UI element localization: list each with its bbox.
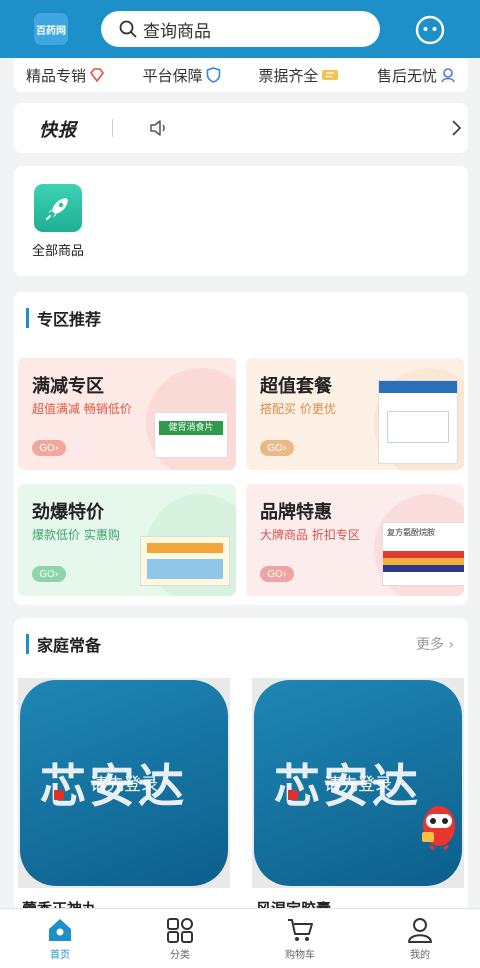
tab-label: 分类: [170, 950, 190, 961]
zone-subtitle: 搭配买 价更优: [260, 402, 336, 416]
product-image: 芯安达 请先登录: [252, 678, 464, 888]
tab-home[interactable]: 首页: [0, 909, 120, 968]
search-placeholder: 查询商品: [143, 21, 211, 42]
chat-icon[interactable]: [414, 14, 446, 46]
section-title: 专区推荐: [37, 310, 102, 329]
zone-subtitle: 超值满减 畅销低价: [32, 402, 132, 416]
chevron-right-icon[interactable]: [450, 119, 462, 137]
ticket-icon: [322, 70, 339, 80]
product-box-label: 健胃消食片: [159, 421, 223, 435]
promise-label: 精品专销: [26, 66, 87, 85]
category-icon: [167, 918, 193, 943]
go-button[interactable]: GO›: [260, 566, 294, 582]
zone-card-bundle[interactable]: 超值套餐 搭配买 价更优 GO›: [246, 358, 464, 470]
product-box-label: 复方氨酚烷胺: [387, 528, 435, 537]
zone-grid: 满减专区 超值满减 畅销低价 GO› 健胃消食片 超值套餐 搭配买 价更优 GO…: [14, 342, 468, 605]
zone-title: 品牌特惠: [260, 502, 332, 523]
product-grid: 芯安达 请先登录 藿香正神丸 芯安达 请先登录 风湿定胶囊: [14, 668, 468, 918]
news-title: 快报: [39, 120, 77, 141]
service-icon: [441, 68, 455, 83]
promise-item: 售后无忧: [377, 65, 456, 86]
tab-label: 购物车: [285, 950, 315, 961]
category-grid: 全部商品: [14, 166, 468, 276]
search-icon: [119, 20, 137, 38]
go-button[interactable]: GO›: [260, 440, 294, 456]
category-all-products[interactable]: 全部商品: [28, 184, 88, 259]
zone-card-discount[interactable]: 满减专区 超值满减 畅销低价 GO› 健胃消食片: [18, 358, 236, 470]
login-prompt: 请先登录: [324, 775, 392, 795]
tab-label: 我的: [410, 950, 430, 961]
section-header-family: 家庭常备 更多 ›: [14, 618, 468, 668]
product-box-image: [140, 536, 230, 586]
go-button[interactable]: GO›: [32, 566, 66, 582]
section-accent-bar: [26, 634, 29, 654]
mascot-float-button[interactable]: [416, 796, 462, 850]
product-card[interactable]: 芯安达 请先登录 藿香正神丸: [18, 678, 230, 918]
news-ticker[interactable]: 快报: [14, 103, 468, 153]
tab-category[interactable]: 分类: [120, 909, 240, 968]
top-header: 百药网 查询商品: [0, 0, 480, 58]
zone-card-brand[interactable]: 品牌特惠 大牌商品 折扣专区 GO› 复方氨酚烷胺: [246, 484, 464, 596]
product-box-image: 复方氨酚烷胺: [382, 522, 464, 586]
app-logo[interactable]: 百药网: [34, 13, 68, 45]
more-link[interactable]: 更多 ›: [416, 634, 454, 654]
home-icon: [49, 919, 71, 941]
category-label: 全部商品: [31, 244, 84, 259]
tab-label: 首页: [50, 950, 70, 961]
zone-title: 劲爆特价: [32, 502, 104, 523]
zone-subtitle: 大牌商品 折扣专区: [260, 528, 360, 542]
promise-label: 平台保障: [142, 66, 203, 85]
service-promise-bar: 精品专销 平台保障 票据齐全 售后无忧: [14, 58, 468, 92]
zone-subtitle: 爆款低价 实惠购: [32, 528, 120, 542]
section-title: 家庭常备: [37, 636, 102, 655]
product-image: 芯安达 请先登录: [18, 678, 230, 888]
divider: [112, 119, 113, 137]
promise-item: 票据齐全: [258, 65, 339, 86]
zone-title: 满减专区: [32, 376, 104, 397]
section-header-zones: 专区推荐: [14, 292, 468, 342]
promise-label: 售后无忧: [376, 66, 437, 85]
shield-icon: [206, 67, 220, 83]
tab-cart[interactable]: 购物车: [240, 909, 360, 968]
cart-icon: [288, 919, 313, 941]
promise-item: 平台保障: [143, 65, 221, 86]
rocket-icon: [34, 184, 82, 232]
product-box-image: [378, 380, 458, 464]
go-button[interactable]: GO›: [32, 440, 66, 456]
zone-title: 超值套餐: [260, 376, 332, 397]
section-accent-bar: [26, 308, 29, 328]
diamond-icon: [90, 68, 105, 82]
product-card[interactable]: 芯安达 请先登录 风湿定胶囊: [252, 678, 464, 918]
user-icon: [408, 918, 432, 943]
search-bar[interactable]: 查询商品: [101, 11, 380, 47]
zone-card-special-price[interactable]: 劲爆特价 爆款低价 实惠购 GO›: [18, 484, 236, 596]
login-prompt: 请先登录: [90, 775, 158, 795]
speaker-icon: [150, 120, 165, 136]
bottom-tab-bar: 首页 分类 购物车 我的: [0, 908, 480, 968]
promise-item: 精品专销: [26, 65, 105, 86]
promise-label: 票据齐全: [258, 66, 319, 85]
tab-mine[interactable]: 我的: [360, 909, 480, 968]
product-box-image: 健胃消食片: [154, 412, 228, 458]
